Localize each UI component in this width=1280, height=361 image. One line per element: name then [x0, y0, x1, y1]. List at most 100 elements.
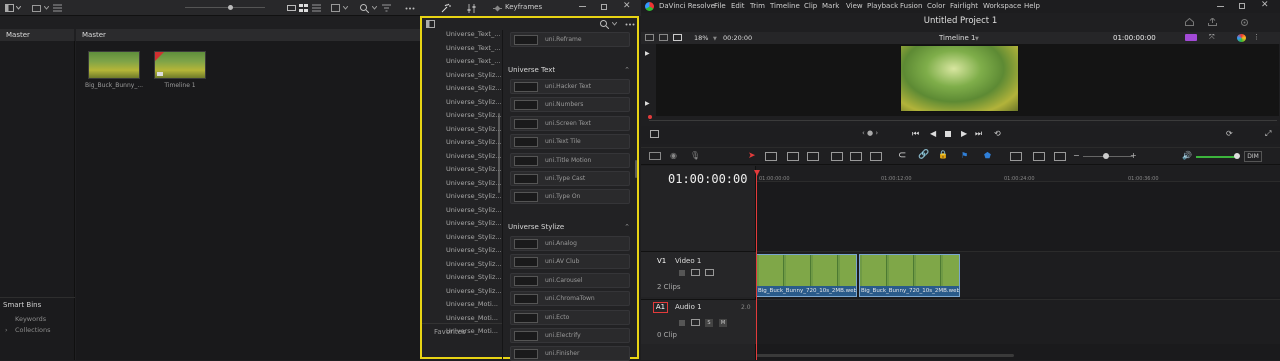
- track-id-v1[interactable]: V1: [657, 257, 666, 265]
- snapping-icon[interactable]: ⊂: [898, 150, 906, 161]
- effect-item[interactable]: uni.Carousel: [510, 272, 630, 288]
- effects-tree-item[interactable]: Universe_Styliz...: [446, 109, 501, 122]
- effects-tree-item[interactable]: Universe_Styliz...: [446, 258, 501, 271]
- scrubber-bar[interactable]: [649, 120, 1277, 121]
- effect-item[interactable]: uni.AV Club: [510, 254, 630, 270]
- chevron-down-icon[interactable]: [15, 3, 21, 13]
- effects-icon[interactable]: [441, 2, 451, 14]
- favorites-label[interactable]: Favorites: [434, 328, 466, 336]
- zoom-in-icon[interactable]: +: [1130, 151, 1137, 160]
- smart-bin-keywords[interactable]: Keywords: [15, 315, 46, 323]
- menu-color[interactable]: Color: [927, 0, 945, 13]
- chevron-down-icon[interactable]: ▼: [713, 36, 717, 42]
- collapse-chevron-icon[interactable]: ⌃: [624, 221, 630, 233]
- zoom-custom-icon[interactable]: [1054, 152, 1066, 161]
- volume-slider[interactable]: [1196, 156, 1236, 158]
- thumbnail-size-slider[interactable]: [185, 7, 265, 8]
- metadata-view-icon[interactable]: [286, 3, 296, 13]
- effect-item[interactable]: uni.Numbers: [510, 97, 630, 113]
- loop-icon[interactable]: ⟲: [994, 129, 1001, 138]
- effects-tree-item[interactable]: Universe_Styliz...: [446, 217, 501, 230]
- go-to-start-icon[interactable]: ⏮: [912, 129, 919, 139]
- effect-item[interactable]: uni.Finisher: [510, 346, 630, 361]
- timeline-thumbnail[interactable]: [154, 51, 206, 79]
- viewer-options-icon[interactable]: [650, 130, 659, 138]
- mute-button[interactable]: M: [719, 319, 727, 327]
- speaker-icon[interactable]: 🔊: [1182, 151, 1192, 160]
- solo-button[interactable]: S: [705, 319, 713, 327]
- stop-icon[interactable]: [945, 131, 951, 137]
- settings-icon[interactable]: [1239, 17, 1249, 27]
- effects-group-header[interactable]: Universe Text ⌃: [508, 64, 634, 76]
- auto-select-icon[interactable]: [691, 319, 700, 326]
- chevron-down-icon[interactable]: ▼: [975, 36, 979, 42]
- zoom-full-icon[interactable]: [1010, 152, 1022, 161]
- effects-tree-item[interactable]: Universe_Styliz...: [446, 69, 501, 82]
- expand-chevron-icon[interactable]: ›: [5, 326, 8, 334]
- effect-item[interactable]: uni.Type On: [510, 189, 630, 205]
- minimize-icon[interactable]: [1217, 6, 1224, 7]
- search-icon[interactable]: [359, 3, 369, 13]
- effect-item[interactable]: uni.Screen Text: [510, 115, 630, 131]
- timeline-view-options-icon[interactable]: [649, 152, 661, 160]
- viewer-timecode[interactable]: 01:00:00:00: [1113, 34, 1156, 42]
- fullscreen-icon[interactable]: ⤢: [1265, 129, 1271, 139]
- menu-clip[interactable]: Clip: [804, 0, 817, 13]
- track-id-a1[interactable]: A1: [653, 302, 668, 313]
- effects-tree-item[interactable]: Universe_Styliz...: [446, 82, 501, 95]
- effect-item[interactable]: uni.Ecto: [510, 309, 630, 325]
- more-options-icon[interactable]: [404, 3, 416, 13]
- menu-file[interactable]: File: [714, 0, 726, 13]
- zoom-detail-icon[interactable]: [1033, 152, 1045, 161]
- effects-tree-item[interactable]: Universe_Styliz...: [446, 285, 501, 298]
- video-clip[interactable]: Big_Buck_Bunny_720_10s_2MB.webm: [756, 254, 857, 297]
- menu-trim[interactable]: Trim: [750, 0, 765, 13]
- crop-icon[interactable]: ⤧: [1209, 33, 1215, 42]
- effect-item[interactable]: uni.Hacker Text: [510, 79, 630, 94]
- timeline-selector[interactable]: Timeline 1: [939, 34, 975, 42]
- close-icon[interactable]: ✕: [1261, 0, 1269, 10]
- effects-tree-item[interactable]: Universe_Styliz...: [446, 96, 501, 109]
- effects-tree-item[interactable]: Universe_Text_...: [446, 42, 501, 55]
- chevron-down-icon[interactable]: [611, 19, 617, 29]
- list-view-icon[interactable]: [52, 3, 62, 13]
- audio-meter-icon[interactable]: [1185, 34, 1197, 41]
- mixer-icon[interactable]: [466, 2, 476, 14]
- menu-fairlight[interactable]: Fairlight: [950, 0, 978, 13]
- effect-item[interactable]: uni.Reframe: [510, 32, 630, 47]
- minimize-icon[interactable]: [579, 6, 586, 7]
- timeline-scrollbar[interactable]: [756, 354, 1014, 357]
- zoom-out-icon[interactable]: −: [1073, 151, 1080, 160]
- effects-scrollbar[interactable]: [635, 160, 637, 178]
- play-icon[interactable]: ▶: [961, 129, 967, 138]
- chevron-down-icon[interactable]: [43, 3, 49, 13]
- effects-tree-item[interactable]: Universe_Styliz...: [446, 163, 501, 176]
- menu-help[interactable]: Help: [1024, 0, 1040, 13]
- menu-fusion[interactable]: Fusion: [900, 0, 922, 13]
- effects-tree-item[interactable]: Universe_Text_...: [446, 55, 501, 68]
- eye-icon[interactable]: ◉: [670, 151, 677, 160]
- marker-icon[interactable]: ⬟: [984, 151, 991, 160]
- tab-master-bin-list[interactable]: Master: [0, 29, 74, 41]
- dim-button[interactable]: DIM: [1244, 151, 1262, 162]
- effects-tree-item[interactable]: Universe_Styliz...: [446, 244, 501, 257]
- effects-tree-item[interactable]: Universe_Moti...: [446, 298, 501, 311]
- selection-tool-icon[interactable]: ➤: [748, 151, 756, 161]
- effect-item[interactable]: uni.Text Tile: [510, 134, 630, 150]
- grid-view-icon[interactable]: [298, 3, 308, 13]
- playhead-marker[interactable]: [754, 170, 760, 176]
- media-clip-thumbnail[interactable]: [88, 51, 140, 79]
- collapse-chevron-icon[interactable]: ⌃: [624, 64, 630, 76]
- new-bin-icon[interactable]: [31, 3, 41, 13]
- overwrite-clip-icon[interactable]: [850, 152, 862, 161]
- zoom-slider-handle[interactable]: [1103, 153, 1109, 159]
- blade-tool-icon[interactable]: [807, 152, 819, 161]
- menu-workspace[interactable]: Workspace: [983, 0, 1021, 13]
- effect-item[interactable]: uni.ChromaTown: [510, 291, 630, 307]
- effects-tree-item[interactable]: Universe_Styliz...: [446, 190, 501, 203]
- flag-icon[interactable]: ⚑: [961, 151, 968, 160]
- zoom-level[interactable]: 18%: [694, 34, 708, 42]
- microphone-icon[interactable]: 🎙: [690, 151, 700, 160]
- safe-area-icon[interactable]: [659, 34, 668, 41]
- menu-view[interactable]: View: [846, 0, 863, 13]
